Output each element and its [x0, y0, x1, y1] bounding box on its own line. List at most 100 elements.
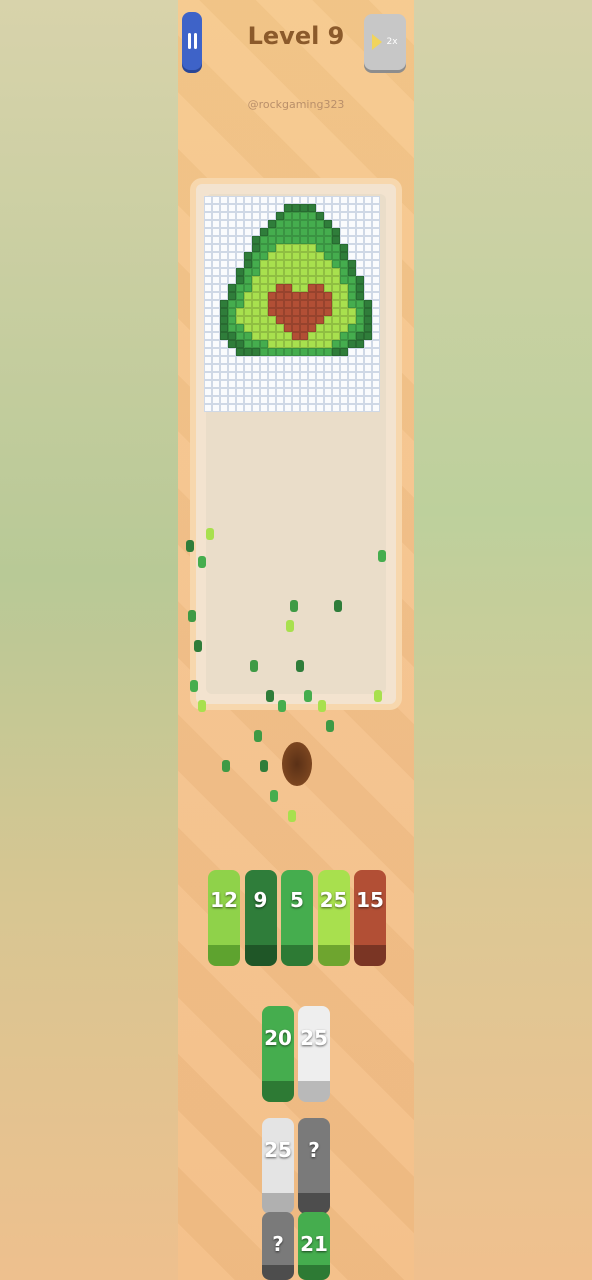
- queue-tile[interactable]: ?: [262, 1212, 294, 1280]
- queue-tile[interactable]: 20: [262, 1006, 294, 1102]
- filled-cell: [316, 260, 324, 268]
- empty-cell: [356, 348, 364, 356]
- filled-cell: [252, 260, 260, 268]
- empty-cell: [364, 396, 372, 404]
- empty-cell: [204, 300, 212, 308]
- empty-cell: [220, 292, 228, 300]
- filled-cell: [220, 316, 228, 324]
- filled-cell: [260, 348, 268, 356]
- empty-cell: [292, 356, 300, 364]
- filled-cell: [284, 212, 292, 220]
- tile-count: 25: [264, 1138, 292, 1162]
- empty-cell: [260, 404, 268, 412]
- empty-cell: [228, 396, 236, 404]
- skip-button[interactable]: 2x: [364, 14, 406, 70]
- empty-cell: [236, 196, 244, 204]
- empty-cell: [260, 372, 268, 380]
- empty-cell: [372, 276, 380, 284]
- empty-cell: [332, 404, 340, 412]
- empty-cell: [212, 396, 220, 404]
- color-stack[interactable]: 9: [244, 870, 277, 966]
- collector-hole[interactable]: [282, 742, 312, 786]
- empty-cell: [212, 316, 220, 324]
- empty-cell: [220, 340, 228, 348]
- filled-cell: [340, 340, 348, 348]
- empty-cell: [212, 380, 220, 388]
- filled-cell: [236, 276, 244, 284]
- empty-cell: [332, 220, 340, 228]
- queue-tile[interactable]: ?: [298, 1118, 330, 1214]
- empty-cell: [236, 396, 244, 404]
- color-stack[interactable]: 12: [208, 870, 240, 966]
- filled-cell: [300, 268, 308, 276]
- empty-cell: [204, 380, 212, 388]
- empty-cell: [212, 220, 220, 228]
- empty-cell: [356, 388, 364, 396]
- empty-cell: [364, 276, 372, 284]
- empty-cell: [244, 244, 252, 252]
- filled-cell: [260, 292, 268, 300]
- empty-cell: [212, 372, 220, 380]
- loose-piece: [374, 690, 382, 702]
- filled-cell: [324, 252, 332, 260]
- empty-cell: [284, 396, 292, 404]
- color-stack[interactable]: 5: [281, 870, 313, 966]
- filled-cell: [356, 340, 364, 348]
- empty-cell: [228, 380, 236, 388]
- empty-cell: [212, 252, 220, 260]
- filled-cell: [244, 340, 252, 348]
- filled-cell: [300, 212, 308, 220]
- empty-cell: [300, 380, 308, 388]
- empty-cell: [372, 220, 380, 228]
- queue-tile[interactable]: 25: [298, 1006, 330, 1102]
- empty-cell: [356, 260, 364, 268]
- empty-cell: [228, 212, 236, 220]
- empty-cell: [364, 356, 372, 364]
- filled-cell: [284, 252, 292, 260]
- empty-cell: [372, 332, 380, 340]
- queue-tile[interactable]: 25: [262, 1118, 294, 1214]
- empty-cell: [244, 356, 252, 364]
- empty-cell: [300, 356, 308, 364]
- empty-cell: [276, 388, 284, 396]
- empty-cell: [332, 196, 340, 204]
- filled-cell: [276, 260, 284, 268]
- empty-cell: [204, 316, 212, 324]
- empty-cell: [332, 372, 340, 380]
- filled-cell: [324, 228, 332, 236]
- stack-count: 15: [356, 888, 384, 912]
- empty-cell: [340, 220, 348, 228]
- color-stack[interactable]: 15: [354, 870, 386, 966]
- filled-cell: [276, 244, 284, 252]
- filled-cell: [236, 308, 244, 316]
- filled-cell: [300, 284, 308, 292]
- empty-cell: [252, 372, 260, 380]
- empty-cell: [204, 356, 212, 364]
- filled-cell: [308, 220, 316, 228]
- empty-cell: [244, 196, 252, 204]
- filled-cell: [276, 348, 284, 356]
- empty-cell: [372, 324, 380, 332]
- empty-cell: [220, 348, 228, 356]
- filled-cell: [300, 244, 308, 252]
- filled-cell: [332, 244, 340, 252]
- empty-cell: [212, 260, 220, 268]
- empty-cell: [340, 212, 348, 220]
- empty-cell: [204, 236, 212, 244]
- queue-tile[interactable]: 21: [298, 1212, 330, 1280]
- empty-cell: [316, 364, 324, 372]
- empty-cell: [276, 404, 284, 412]
- filled-cell: [268, 308, 276, 316]
- filled-cell: [292, 220, 300, 228]
- filled-cell: [260, 308, 268, 316]
- filled-cell: [260, 244, 268, 252]
- color-stack[interactable]: 25: [317, 870, 350, 966]
- filled-cell: [228, 332, 236, 340]
- empty-cell: [220, 228, 228, 236]
- empty-cell: [236, 364, 244, 372]
- empty-cell: [372, 260, 380, 268]
- filled-cell: [364, 324, 372, 332]
- filled-cell: [276, 292, 284, 300]
- filled-cell: [228, 316, 236, 324]
- empty-cell: [348, 356, 356, 364]
